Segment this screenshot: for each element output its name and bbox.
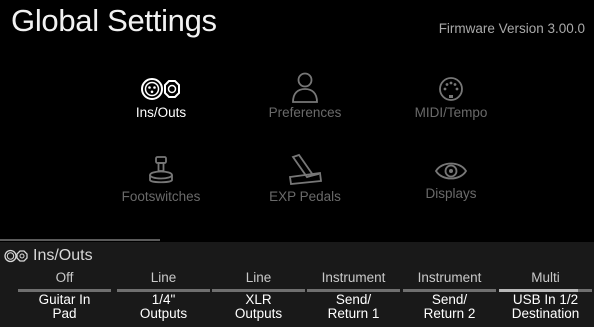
menu-item-ins-outs[interactable]: Ins/Outs	[86, 75, 236, 120]
param-guitar-in-pad[interactable]: Off Guitar In Pad	[18, 269, 111, 327]
footswitch-icon	[149, 156, 173, 184]
eye-icon	[434, 162, 468, 180]
parameter-row: Off Guitar In Pad Line 1/4" Outputs Line	[0, 269, 594, 327]
menu-item-displays[interactable]: Displays	[376, 158, 526, 201]
param-name: XLR Outputs	[234, 292, 283, 321]
param-value: Multi	[531, 270, 560, 285]
menu-item-exp-pedals[interactable]: EXP Pedals	[230, 153, 380, 204]
panel-title-label: Ins/Outs	[33, 247, 93, 264]
menu-item-label: MIDI/Tempo	[414, 105, 488, 120]
menu-item-label: Ins/Outs	[135, 105, 187, 120]
param-send-return-2[interactable]: Instrument Send/ Return 2	[403, 269, 496, 327]
param-name: Send/ Return 2	[423, 292, 476, 321]
param-value: Line	[150, 270, 177, 285]
page-title: Global Settings	[11, 3, 217, 38]
ins-outs-panel: Ins/Outs Off Guitar In Pad Line 1/4" Out…	[0, 242, 594, 327]
param-value: Instrument	[417, 270, 482, 285]
param-name: 1/4" Outputs	[139, 292, 188, 321]
panel-title: Ins/Outs	[4, 247, 93, 265]
param-value: Line	[245, 270, 272, 285]
ins-outs-icon	[141, 78, 180, 100]
midi-icon	[439, 77, 463, 101]
menu-item-label: Displays	[425, 186, 477, 201]
expression-pedal-icon	[288, 153, 323, 185]
global-settings-screen: Global Settings Firmware Version 3.00.0 …	[0, 0, 594, 327]
param-value: Instrument	[321, 270, 386, 285]
menu-item-footswitches[interactable]: Footswitches	[86, 155, 236, 204]
scroll-indicator	[0, 239, 160, 241]
param-name: Send/ Return 1	[327, 292, 380, 321]
menu-item-label: EXP Pedals	[269, 189, 341, 204]
firmware-version: Firmware Version 3.00.0	[438, 21, 585, 36]
param-xlr-outputs[interactable]: Line XLR Outputs	[212, 269, 305, 327]
menu-item-preferences[interactable]: Preferences	[230, 71, 380, 120]
menu-item-label: Footswitches	[121, 189, 201, 204]
menu-item-midi-tempo[interactable]: MIDI/Tempo	[376, 75, 526, 120]
param-name: Guitar In Pad	[38, 292, 91, 321]
menu-item-label: Preferences	[268, 105, 342, 120]
param-send-return-1[interactable]: Instrument Send/ Return 1	[307, 269, 400, 327]
param-quarter-inch-outputs[interactable]: Line 1/4" Outputs	[117, 269, 210, 327]
person-icon	[292, 72, 318, 103]
param-usb-in-destination[interactable]: Multi USB In 1/2 Destination	[499, 269, 592, 327]
ins-outs-icon	[4, 249, 28, 263]
param-name: USB In 1/2 Destination	[511, 292, 580, 321]
param-value: Off	[55, 270, 74, 285]
